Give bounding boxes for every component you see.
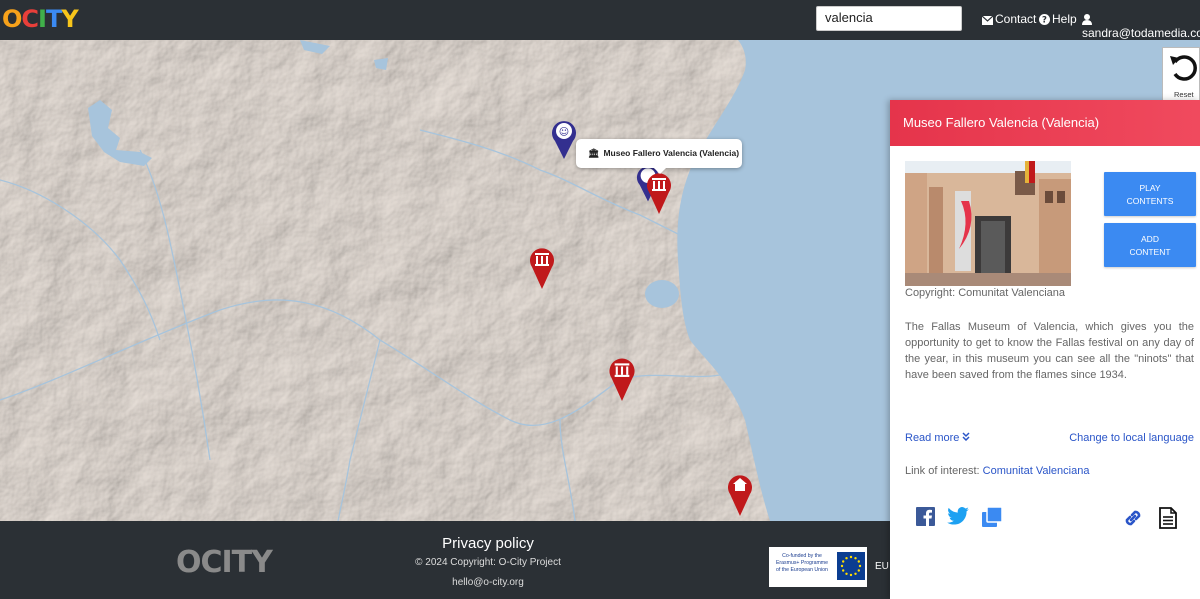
play-button-line1: PLAY	[1139, 183, 1161, 193]
facebook-icon[interactable]	[916, 507, 935, 526]
reset-label: Reset	[1174, 90, 1194, 99]
contact-link[interactable]: Contact	[981, 12, 1037, 26]
link-icon[interactable]	[1122, 507, 1144, 529]
svg-text:☺: ☺	[559, 127, 569, 138]
link-of-interest: Link of interest: Comunitat Valenciana	[905, 465, 1089, 477]
contact-label: Contact	[995, 12, 1037, 26]
change-language-link[interactable]: Change to local language	[1069, 432, 1194, 444]
search-input[interactable]: valencia	[816, 6, 962, 31]
place-description: The Fallas Museum of Valencia, which giv…	[905, 321, 1194, 381]
user-email: sandra@todamedia.com	[1082, 26, 1200, 40]
help-link[interactable]: ? Help	[1039, 12, 1077, 26]
museum-marker[interactable]	[646, 170, 672, 214]
eu-flag-icon	[837, 552, 865, 580]
help-label: Help	[1052, 12, 1077, 26]
link-of-interest-value[interactable]: Comunitat Valenciana	[983, 465, 1090, 477]
theater-marker[interactable]: ☺	[551, 119, 577, 159]
eu-text-1: Co-funded by the	[782, 553, 822, 559]
svg-text:?: ?	[1042, 16, 1047, 26]
link-of-interest-label: Link of interest:	[905, 465, 980, 477]
museum-marker[interactable]	[529, 245, 555, 289]
envelope-icon	[981, 15, 994, 25]
twitter-icon[interactable]	[947, 507, 969, 525]
add-button-line1: ADD	[1141, 234, 1159, 244]
reset-button[interactable]: Reset	[1162, 47, 1200, 102]
museum-icon: 🏛	[588, 148, 600, 158]
copy-icon[interactable]	[982, 507, 1003, 528]
place-photo[interactable]	[905, 161, 1071, 286]
user-icon	[1082, 14, 1092, 25]
question-circle-icon: ?	[1039, 14, 1050, 26]
monument-marker[interactable]	[727, 470, 753, 518]
reset-icon	[1170, 55, 1197, 81]
panel-title: Museo Fallero Valencia (Valencia)	[890, 100, 1200, 146]
play-button-line2: CONTENTS	[1126, 196, 1174, 206]
place-detail-panel: Museo Fallero Valencia (Valencia) Copyri…	[890, 100, 1200, 599]
double-chevron-down-icon	[962, 432, 971, 442]
erasmus-badge: Co-funded by the Erasmus+ Programme of t…	[769, 547, 867, 587]
add-content-button[interactable]: ADD CONTENT	[1104, 223, 1196, 267]
ocity-logo[interactable]: OCITY	[2, 5, 79, 33]
read-more-link[interactable]: Read more	[905, 432, 971, 444]
eu-text-3: of the European Union	[776, 567, 828, 573]
map-tooltip[interactable]: 🏛 Museo Fallero Valencia (Valencia)	[576, 139, 742, 174]
document-icon[interactable]	[1159, 507, 1177, 529]
photo-caption: Copyright: Comunitat Valenciana	[905, 287, 1065, 299]
tooltip-label: Museo Fallero Valencia (Valencia)	[603, 148, 740, 158]
eu-text-2: Erasmus+ Programme	[775, 560, 829, 566]
top-bar: OCITY valencia Contact ? Help sandra@toda…	[0, 0, 1200, 40]
play-contents-button[interactable]: PLAY CONTENTS	[1104, 172, 1196, 216]
user-menu[interactable]: sandra@todamedia.com	[1082, 12, 1200, 40]
add-button-line2: CONTENT	[1129, 247, 1171, 257]
read-more-label: Read more	[905, 432, 960, 444]
museum-marker[interactable]	[608, 355, 636, 401]
eu-label: EU	[875, 561, 889, 572]
